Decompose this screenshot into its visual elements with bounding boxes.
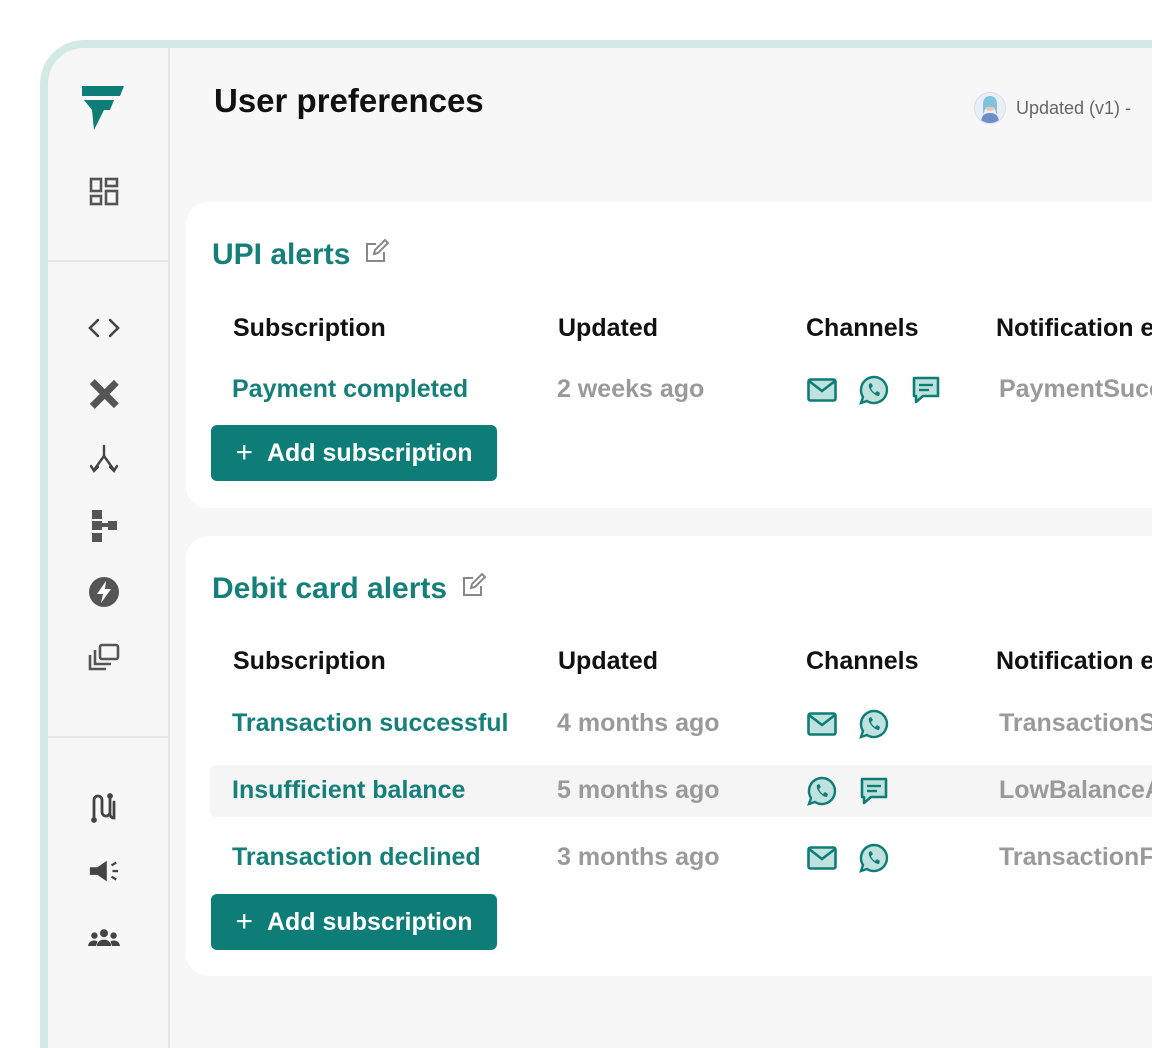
channel-icons — [806, 374, 942, 406]
subscription-name[interactable]: Insufficient balance — [232, 776, 465, 805]
column-header-event: Notification e — [996, 314, 1152, 342]
email-icon — [806, 842, 838, 874]
channel-icons — [806, 842, 890, 874]
page-title: User preferences — [214, 82, 484, 119]
column-header-updated: Updated — [558, 314, 658, 342]
column-header-subscription: Subscription — [233, 314, 386, 342]
edit-icon[interactable] — [364, 238, 390, 272]
add-subscription-button[interactable]: + Add subscription — [211, 894, 497, 950]
subscription-name[interactable]: Payment completed — [232, 375, 468, 404]
event-name: TransactionF — [999, 843, 1152, 871]
event-name: TransactionS — [999, 709, 1152, 737]
plus-icon: + — [235, 905, 253, 938]
table-row[interactable]: Payment completed 2 weeks ago PaymentSuc… — [210, 364, 1152, 416]
sms-icon — [910, 374, 942, 406]
workflow-icon[interactable] — [88, 510, 120, 542]
updated-time: 2 weeks ago — [557, 375, 705, 403]
whatsapp-icon — [858, 374, 890, 406]
app-logo[interactable] — [82, 86, 124, 135]
email-icon — [806, 374, 838, 406]
sms-icon — [858, 775, 890, 807]
subscription-name[interactable]: Transaction declined — [232, 843, 481, 872]
button-label: Add subscription — [266, 438, 473, 467]
version-label: Updated (v1) - — [1016, 97, 1132, 118]
column-header-channels: Channels — [806, 314, 919, 342]
sidebar-divider — [48, 736, 168, 738]
section-title: UPI alerts — [212, 238, 390, 272]
fork-icon[interactable] — [88, 444, 120, 476]
updated-time: 4 months ago — [557, 709, 720, 737]
table-row[interactable]: Transaction declined 3 months ago Transa… — [210, 832, 1152, 884]
lightning-icon[interactable] — [88, 576, 120, 608]
integrations-icon[interactable] — [88, 792, 120, 824]
avatar — [974, 92, 1006, 124]
section-title-text: UPI alerts — [212, 238, 351, 271]
channel-icons — [806, 775, 890, 807]
subscription-name[interactable]: Transaction successful — [232, 709, 509, 738]
sidebar — [48, 48, 170, 1048]
design-tools-icon[interactable] — [88, 378, 120, 410]
event-name: PaymentSucc — [999, 375, 1152, 403]
table-row[interactable]: Insufficient balance 5 months ago LowBal… — [210, 765, 1152, 817]
button-label: Add subscription — [266, 907, 473, 936]
updated-time: 5 months ago — [557, 776, 720, 804]
channel-icons — [806, 708, 890, 740]
whatsapp-icon — [806, 775, 838, 807]
whatsapp-icon — [858, 842, 890, 874]
column-header-updated: Updated — [558, 647, 658, 675]
section-card-debit: Debit card alerts Subscription Updated C… — [186, 536, 1152, 976]
plus-icon: + — [235, 436, 253, 469]
add-subscription-button[interactable]: + Add subscription — [211, 425, 497, 481]
templates-icon[interactable] — [88, 642, 120, 674]
updated-time: 3 months ago — [557, 843, 720, 871]
column-header-channels: Channels — [806, 647, 919, 675]
column-header-subscription: Subscription — [233, 647, 386, 675]
event-name: LowBalanceA — [999, 776, 1152, 804]
column-header-event: Notification e — [996, 647, 1152, 675]
email-icon — [806, 708, 838, 740]
section-title-text: Debit card alerts — [212, 572, 448, 605]
whatsapp-icon — [858, 708, 890, 740]
dashboard-icon[interactable] — [88, 176, 120, 208]
sidebar-divider — [48, 260, 168, 262]
code-icon[interactable] — [88, 312, 120, 344]
section-title: Debit card alerts — [212, 572, 487, 606]
version-status[interactable]: Updated (v1) - — [974, 92, 1131, 124]
edit-icon[interactable] — [461, 572, 487, 606]
team-icon[interactable] — [88, 922, 120, 954]
app-window: User preferences Updated (v1) - UPI aler… — [40, 40, 1152, 1048]
megaphone-icon[interactable] — [88, 856, 120, 888]
section-card-upi: UPI alerts Subscription Updated Channels… — [186, 202, 1152, 508]
table-row[interactable]: Transaction successful 4 months ago Tran… — [210, 698, 1152, 750]
